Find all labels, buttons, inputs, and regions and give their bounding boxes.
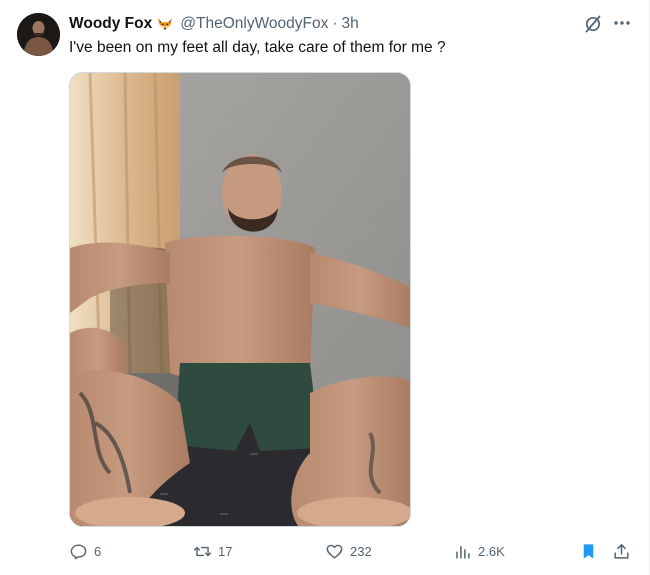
reply-button[interactable]: 6 xyxy=(69,540,101,562)
reply-icon xyxy=(70,543,87,559)
tweet-text: I've been on my feet all day, take care … xyxy=(69,39,446,56)
bookmark-filled-icon xyxy=(583,543,594,559)
tweet[interactable]: Woody Fox @TheOnlyWoodyFox · 3h I've bee… xyxy=(0,0,650,575)
author-handle[interactable]: @TheOnlyWoodyFox xyxy=(180,15,328,33)
author-display-name[interactable]: Woody Fox xyxy=(69,15,152,33)
tweet-actions: 6 17 232 2.6K xyxy=(69,540,634,562)
repost-icon xyxy=(193,546,212,556)
avatar-photo xyxy=(17,13,60,56)
analytics-bar-icon xyxy=(456,545,470,559)
avatar[interactable] xyxy=(17,13,60,56)
views-button[interactable]: 2.6K xyxy=(453,540,505,562)
repost-count: 17 xyxy=(218,543,233,559)
share-button[interactable] xyxy=(612,540,631,562)
view-count: 2.6K xyxy=(478,543,505,559)
like-button[interactable]: 232 xyxy=(325,540,372,562)
bookmark-button[interactable] xyxy=(579,540,598,562)
photo-illustration xyxy=(70,73,410,526)
like-count: 232 xyxy=(350,543,372,559)
fox-face-emoji-icon xyxy=(158,17,173,31)
repost-button[interactable]: 17 xyxy=(193,540,232,562)
tweet-media-photo[interactable] xyxy=(69,72,411,527)
tweet-header: Woody Fox @TheOnlyWoodyFox · 3h xyxy=(69,13,359,35)
share-icon xyxy=(614,543,629,559)
heart-icon xyxy=(326,544,343,559)
timestamp[interactable]: 3h xyxy=(342,15,359,33)
reply-count: 6 xyxy=(94,543,102,559)
more-options-icon[interactable] xyxy=(612,13,632,33)
separator-dot: · xyxy=(332,15,338,32)
grok-icon[interactable] xyxy=(583,14,603,34)
